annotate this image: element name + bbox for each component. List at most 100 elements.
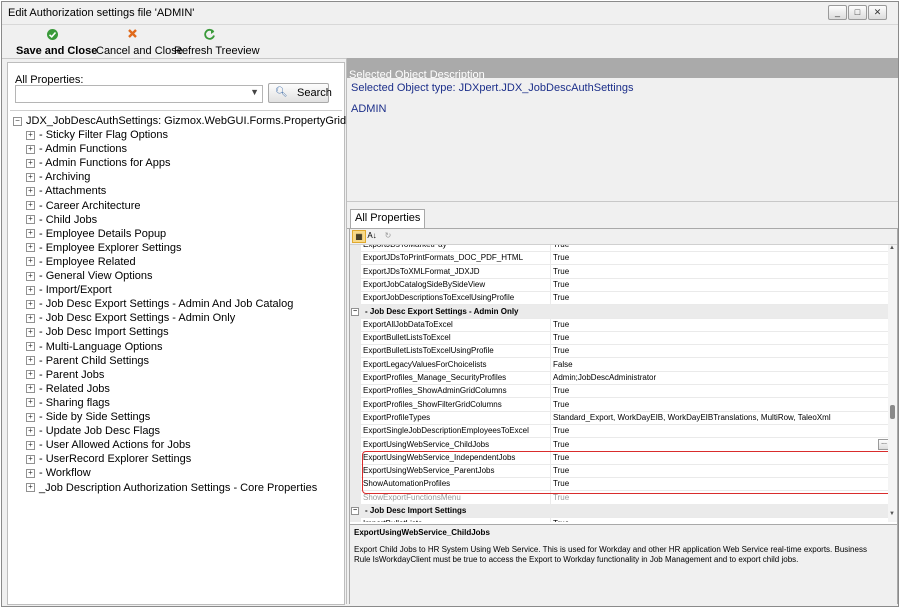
property-category[interactable]: − - Job Desc Export Settings - Admin Only [350,304,888,319]
tree-node[interactable]: + - Admin Functions for Apps [26,157,170,169]
expand-icon[interactable]: + [26,144,35,154]
property-row[interactable]: ExportJDsToPrintFormats_DOC_PDF_HTML True [350,251,888,266]
tree-node[interactable]: + - Related Jobs [26,383,110,395]
tree-node[interactable]: + - Multi-Language Options [26,341,163,353]
expand-icon[interactable]: + [26,412,35,422]
scroll-down-icon[interactable]: ▼ [889,511,895,517]
tree-node[interactable]: + - Workflow [26,467,91,479]
scroll-up-icon[interactable]: ▲ [889,245,895,251]
tree-node[interactable]: + - Archiving [26,171,90,183]
collapse-icon[interactable]: − [351,507,359,515]
categorized-icon[interactable]: ▦ [352,230,366,243]
tree-node[interactable]: + - Attachments [26,185,106,197]
tree-node[interactable]: + - General View Options [26,270,153,282]
property-value[interactable]: Admin;JobDescAdministrator [550,371,883,384]
expand-icon[interactable]: + [26,483,35,493]
tree-node[interactable]: + - Job Desc Export Settings - Admin Only [26,312,235,324]
tree-node[interactable]: + - Admin Functions [26,143,127,155]
alphabetical-sort-icon[interactable]: A↓ [366,230,378,241]
property-row[interactable]: ExportBulletListsToExcel True [350,331,888,346]
property-value[interactable]: True [550,397,883,411]
minimize-button[interactable]: _ [828,5,847,20]
tree-node[interactable]: + - Child Jobs [26,214,97,226]
tree-node[interactable]: + - User Allowed Actions for Jobs [26,439,191,451]
expand-icon[interactable]: + [26,186,35,196]
property-row[interactable]: ExportProfiles_ShowAdminGridColumns True [350,384,888,399]
expand-icon[interactable]: + [26,215,35,225]
tree-node[interactable]: + - Parent Child Settings [26,355,149,367]
expand-icon[interactable]: + [26,342,35,352]
maximize-button[interactable]: □ [848,5,867,20]
expand-icon[interactable]: + [26,327,35,337]
property-row[interactable]: ExportProfiles_Manage_SecurityProfiles Ad… [350,371,888,385]
expand-icon[interactable]: + [26,201,35,211]
cancel-and-close-button[interactable]: Cancel and Close [96,28,183,57]
property-row[interactable]: ExportBulletListsToExcelUsingProfile True [350,344,888,359]
expand-icon[interactable]: + [26,454,35,464]
tree-node[interactable]: + - Job Desc Export Settings - Admin And … [26,298,293,310]
tree-node[interactable]: + - Employee Explorer Settings [26,242,181,254]
tree-node[interactable]: + - Import/Export [26,284,112,296]
save-and-close-button[interactable]: Save and Close [16,28,97,57]
tree-node[interactable]: + - UserRecord Explorer Settings [26,453,191,465]
tree-root-node[interactable]: − JDX_JobDescAuthSettings: Gizmox.WebGUI.… [13,115,346,127]
property-value[interactable]: True [550,291,883,305]
expand-icon[interactable]: + [26,398,35,408]
refresh-treeview-button[interactable]: Refresh Treeview [174,28,260,57]
property-row[interactable]: ExportAllJobDataToExcel True [350,317,888,332]
collapse-icon[interactable]: − [351,307,359,316]
property-value[interactable]: True [550,251,883,265]
property-value[interactable]: Standard_Export, WorkDayEIB, WorkDayEIBT… [550,410,883,424]
property-row[interactable]: ExportJDsToXMLFormat_JDXJD True [350,264,888,279]
expand-icon[interactable]: + [26,271,35,281]
expand-icon[interactable]: + [26,243,35,253]
expand-icon[interactable]: + [26,172,35,182]
close-window-button[interactable]: ✕ [868,5,887,20]
tree-node[interactable]: + - Career Architecture [26,200,140,212]
property-category[interactable]: − - Job Desc Import Settings [350,504,888,518]
property-value[interactable]: True [550,384,883,398]
collapse-icon[interactable]: − [13,116,22,126]
tree-node[interactable]: + - Employee Details Popup [26,228,166,240]
expand-icon[interactable]: + [26,370,35,380]
property-value[interactable]: False [550,357,883,371]
property-value[interactable]: True [550,344,883,358]
expand-icon[interactable]: + [26,426,35,436]
property-search-combo[interactable]: ▼ [15,85,263,103]
tree-node[interactable]: + - Parent Jobs [26,369,104,381]
property-value[interactable]: True [550,245,883,251]
expand-icon[interactable]: + [26,257,35,267]
scroll-thumb[interactable] [890,405,895,419]
property-value[interactable]: True [550,424,883,438]
expand-icon[interactable]: + [26,299,35,309]
expand-icon[interactable]: + [26,229,35,239]
property-value[interactable]: True [550,517,883,522]
expand-icon[interactable]: + [26,440,35,450]
property-row[interactable]: ExportJobDescriptionsToExcelUsingProfile… [350,291,888,306]
expand-icon[interactable]: + [26,285,35,295]
chevron-down-icon[interactable]: ▼ [250,87,259,97]
tree-node[interactable]: + - Employee Related [26,256,136,268]
expand-icon[interactable]: + [26,313,35,323]
property-pages-icon[interactable]: ↻ [382,230,394,241]
tab-all-properties[interactable]: All Properties [350,209,426,228]
tree-node[interactable]: + _Job Description Authorization Settings… [26,482,317,494]
expand-icon[interactable]: + [26,158,35,168]
expand-icon[interactable]: + [26,356,35,366]
tree-node[interactable]: + - Side by Side Settings [26,411,150,423]
ellipsis-button[interactable]: ... [878,438,888,450]
property-row[interactable]: ExportSingleJobDescriptionEmployeesToExc… [350,424,888,439]
property-row[interactable]: ExportLegacyValuesForChoicelists False [350,357,888,372]
tree-node[interactable]: + - Job Desc Import Settings [26,326,169,338]
property-value[interactable]: True [550,264,883,278]
tree-node[interactable]: + - Sticky Filter Flag Options [26,129,168,141]
property-row[interactable]: ExportProfileTypes Standard_Export, WorkD… [350,410,888,425]
property-value[interactable]: True [550,331,883,345]
tree-node[interactable]: + - Update Job Desc Flags [26,425,160,437]
tree-node[interactable]: + - Sharing flags [26,397,110,409]
property-value[interactable]: True [550,317,883,331]
expand-icon[interactable]: + [26,384,35,394]
property-row[interactable]: ImportBulletListsTrue [350,517,888,522]
expand-icon[interactable]: + [26,130,35,140]
expand-icon[interactable]: + [26,468,35,478]
